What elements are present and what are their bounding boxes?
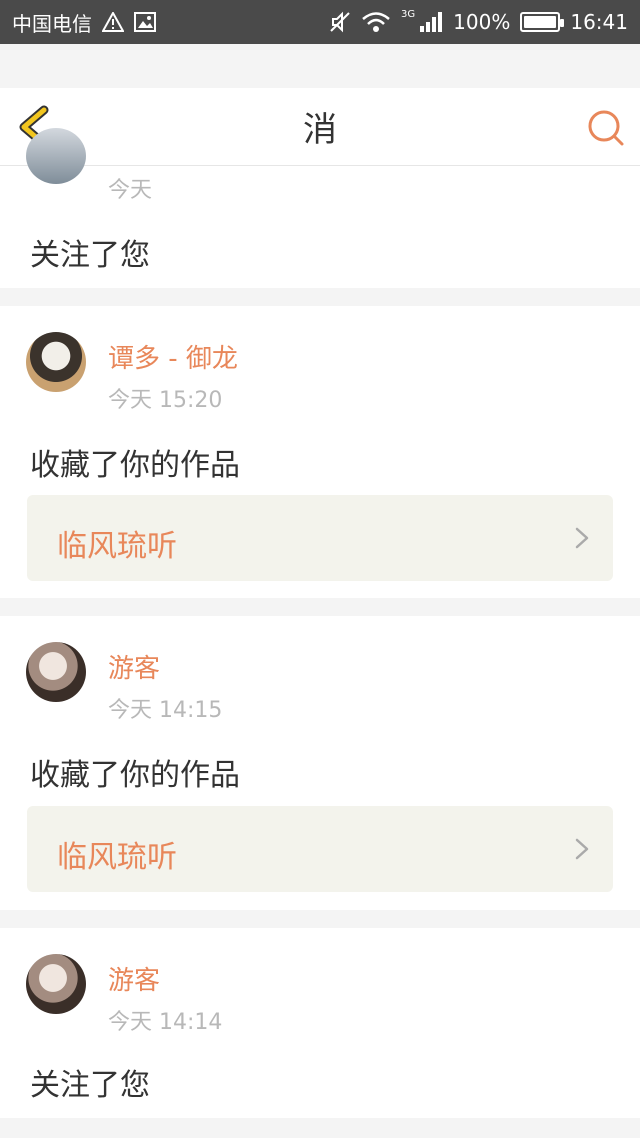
avatar[interactable] [26,332,86,392]
notification-card: 谭多 - 御龙 今天 15:20 收藏了你的作品 临风琉听 [0,306,640,598]
wifi-icon [361,11,391,33]
battery-percent: 100% [453,10,511,34]
avatar[interactable] [26,954,86,1014]
notification-username[interactable]: 谭多 - 御龙 [108,338,238,375]
search-button[interactable] [586,108,626,148]
chevron-right-icon [575,527,589,549]
notification-time: 今天 14:14 [108,1010,223,1035]
signal-icon [419,11,443,33]
avatar[interactable] [26,642,86,702]
notification-time: 今天 14:15 [108,698,223,723]
work-link[interactable]: 临风琉听 [27,495,613,581]
notification-time: 今天 15:20 [108,388,223,413]
page-title: 消 [303,110,337,150]
notification-card: 游客 今天 14:15 收藏了你的作品 临风琉听 [0,616,640,910]
chevron-right-icon [575,838,589,860]
nav-bar: 消 [0,88,640,166]
notification-card: 今天 关注了您 [0,128,640,288]
warning-icon [102,12,124,32]
search-icon [588,110,624,146]
notification-action: 关注了您 [30,238,150,273]
mute-icon [329,11,351,33]
notification-action: 收藏了你的作品 [30,758,240,793]
network-type-label: 3G [401,8,416,20]
notification-action: 关注了您 [30,1068,150,1103]
battery-fill [524,16,557,28]
work-title: 临风琉听 [57,529,177,564]
notification-username[interactable]: 游客 [108,960,160,997]
work-link[interactable]: 临风琉听 [27,806,613,892]
image-icon [134,12,156,32]
work-title: 临风琉听 [57,840,177,875]
battery-icon [520,12,565,32]
carrier-label: 中国电信 [12,11,92,36]
status-bar: 中国电信 3G 100% 16:41 [0,0,640,44]
notification-action: 收藏了你的作品 [30,448,240,483]
avatar[interactable] [26,128,86,184]
notification-card: 游客 今天 14:14 关注了您 [0,928,640,1118]
notification-time: 今天 [108,178,153,203]
notification-username[interactable]: 游客 [108,648,160,685]
clock: 16:41 [570,10,628,34]
